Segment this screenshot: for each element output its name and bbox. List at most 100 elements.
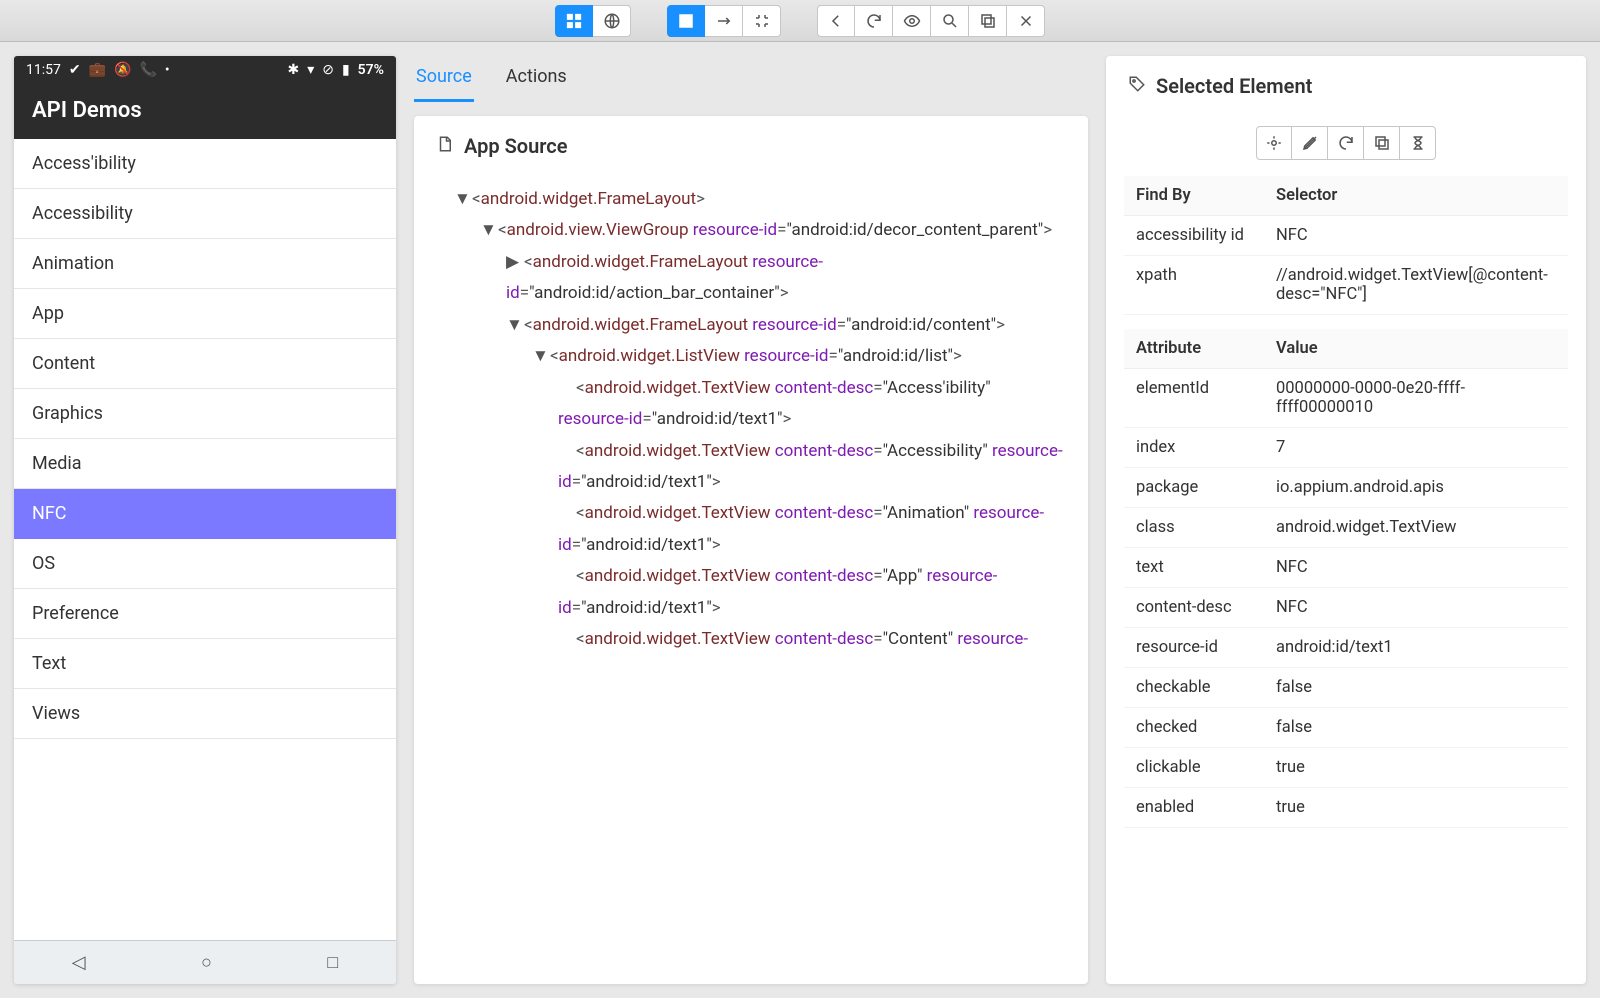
table-row: clickabletrue	[1124, 748, 1568, 788]
tree-node[interactable]: ▼<android.widget.FrameLayout resource-id…	[444, 310, 1064, 341]
statusbar-briefcase-icon: 💼	[89, 62, 106, 78]
statusbar-phone-icon: 📞	[139, 62, 156, 78]
attr-key-cell: package	[1124, 468, 1264, 508]
attributes-table: Attribute Value elementId00000000-0000-0…	[1124, 329, 1568, 828]
attr-value-cell: android.widget.TextView	[1264, 508, 1568, 548]
attr-key-cell: resource-id	[1124, 628, 1264, 668]
list-item[interactable]: Animation	[14, 239, 396, 289]
value-header: Value	[1264, 329, 1568, 369]
tree-node[interactable]: ▼<android.widget.ListView resource-id="a…	[444, 341, 1064, 372]
list-item[interactable]: OS	[14, 539, 396, 589]
attr-key-cell: checkable	[1124, 668, 1264, 708]
tree-node[interactable]: <android.widget.TextView content-desc="A…	[444, 561, 1064, 624]
list-item[interactable]: App	[14, 289, 396, 339]
tap-element-button[interactable]	[1256, 126, 1292, 160]
tree-node[interactable]: <android.widget.TextView content-desc="A…	[444, 373, 1064, 436]
selector-cell[interactable]: NFC	[1264, 216, 1568, 256]
back-button[interactable]	[817, 5, 855, 37]
list-item[interactable]: Media	[14, 439, 396, 489]
attr-value-cell: false	[1264, 668, 1568, 708]
attr-key-cell: content-desc	[1124, 588, 1264, 628]
get-timing-button[interactable]	[1400, 126, 1436, 160]
statusbar-time: 11:57	[26, 62, 61, 78]
clear-element-button[interactable]	[1328, 126, 1364, 160]
tree-node[interactable]: <android.widget.TextView content-desc="C…	[444, 624, 1064, 655]
statusbar-battery-icon: ▮	[342, 62, 350, 78]
list-item[interactable]: Accessibility	[14, 189, 396, 239]
tag-icon	[1128, 74, 1146, 98]
tap-coordinates-button[interactable]	[743, 5, 781, 37]
device-nav-keys: ◁ ○ □	[14, 940, 396, 984]
table-row: xpath//android.widget.TextView[@content-…	[1124, 256, 1568, 315]
tab-source[interactable]: Source	[414, 56, 474, 102]
table-row: resource-idandroid:id/text1	[1124, 628, 1568, 668]
attr-value-cell: io.appium.android.apis	[1264, 468, 1568, 508]
attr-key-cell: text	[1124, 548, 1264, 588]
attr-value-cell: false	[1264, 708, 1568, 748]
nav-back-icon[interactable]: ◁	[72, 952, 86, 973]
statusbar-nosim-icon: ⊘	[322, 62, 334, 78]
device-screenshot: 11:57 ✔ 💼 🔕 📞 • ✱ ▾ ⊘ ▮ 57% API Demos Ac…	[14, 56, 396, 984]
source-tree[interactable]: ▼<android.widget.FrameLayout>▼<android.v…	[414, 172, 1088, 674]
list-item[interactable]: Access'ibility	[14, 139, 396, 189]
attr-key-cell: checked	[1124, 708, 1264, 748]
search-element-button[interactable]	[931, 5, 969, 37]
device-statusbar: 11:57 ✔ 💼 🔕 📞 • ✱ ▾ ⊘ ▮ 57%	[14, 56, 396, 84]
quit-session-button[interactable]	[1007, 5, 1045, 37]
selected-element-title: Selected Element	[1156, 74, 1312, 98]
attr-value-cell: NFC	[1264, 588, 1568, 628]
list-item[interactable]: NFC	[14, 489, 396, 539]
statusbar-battery-pct: 57%	[358, 62, 384, 78]
refresh-button[interactable]	[855, 5, 893, 37]
interaction-group	[667, 5, 781, 37]
list-item[interactable]: Text	[14, 639, 396, 689]
table-row: textNFC	[1124, 548, 1568, 588]
table-row: enabledtrue	[1124, 788, 1568, 828]
attr-key-cell: clickable	[1124, 748, 1264, 788]
attr-value-cell: 00000000-0000-0e20-ffff-ffff00000010	[1264, 369, 1568, 428]
attr-value-cell: 7	[1264, 428, 1568, 468]
select-element-button[interactable]	[667, 5, 705, 37]
tree-node[interactable]: <android.widget.TextView content-desc="A…	[444, 436, 1064, 499]
attr-value-cell: true	[1264, 748, 1568, 788]
attr-key-cell: index	[1124, 428, 1264, 468]
inspector-tabs: Source Actions	[414, 56, 1088, 102]
swipe-button[interactable]	[705, 5, 743, 37]
tree-node[interactable]: ▼<android.view.ViewGroup resource-id="an…	[444, 215, 1064, 246]
list-item[interactable]: Graphics	[14, 389, 396, 439]
selector-cell[interactable]: //android.widget.TextView[@content-desc=…	[1264, 256, 1568, 315]
nav-home-icon[interactable]: ○	[201, 952, 212, 973]
attr-value-cell: true	[1264, 788, 1568, 828]
find-by-header: Find By	[1124, 176, 1264, 216]
list-item[interactable]: Content	[14, 339, 396, 389]
table-row: accessibility idNFC	[1124, 216, 1568, 256]
main-toolbar	[0, 0, 1600, 42]
table-row: classandroid.widget.TextView	[1124, 508, 1568, 548]
table-row: checkablefalse	[1124, 668, 1568, 708]
copy-attributes-button[interactable]	[1364, 126, 1400, 160]
app-list: Access'ibilityAccessibilityAnimationAppC…	[14, 139, 396, 940]
native-mode-button[interactable]	[555, 5, 593, 37]
web-mode-button[interactable]	[593, 5, 631, 37]
nav-recent-icon[interactable]: □	[327, 952, 338, 973]
app-source-title: App Source	[464, 134, 567, 158]
statusbar-dot-icon: •	[165, 62, 170, 78]
start-recording-button[interactable]	[893, 5, 931, 37]
main-area: 11:57 ✔ 💼 🔕 📞 • ✱ ▾ ⊘ ▮ 57% API Demos Ac…	[0, 42, 1600, 998]
tree-node[interactable]: ▶<android.widget.FrameLayout resource-id…	[444, 247, 1064, 310]
attribute-header: Attribute	[1124, 329, 1264, 369]
table-row: checkedfalse	[1124, 708, 1568, 748]
selected-element-card: Selected Element Find By Selector access…	[1106, 56, 1586, 984]
view-mode-group	[555, 5, 631, 37]
selector-header: Selector	[1264, 176, 1568, 216]
tab-actions[interactable]: Actions	[504, 56, 569, 102]
tree-node[interactable]: <android.widget.TextView content-desc="A…	[444, 498, 1064, 561]
copy-xml-button[interactable]	[969, 5, 1007, 37]
attr-key-cell: enabled	[1124, 788, 1264, 828]
list-item[interactable]: Views	[14, 689, 396, 739]
tree-node[interactable]: ▼<android.widget.FrameLayout>	[444, 184, 1064, 215]
list-item[interactable]: Preference	[14, 589, 396, 639]
app-title: API Demos	[14, 84, 396, 139]
send-keys-button[interactable]	[1292, 126, 1328, 160]
table-row: index7	[1124, 428, 1568, 468]
